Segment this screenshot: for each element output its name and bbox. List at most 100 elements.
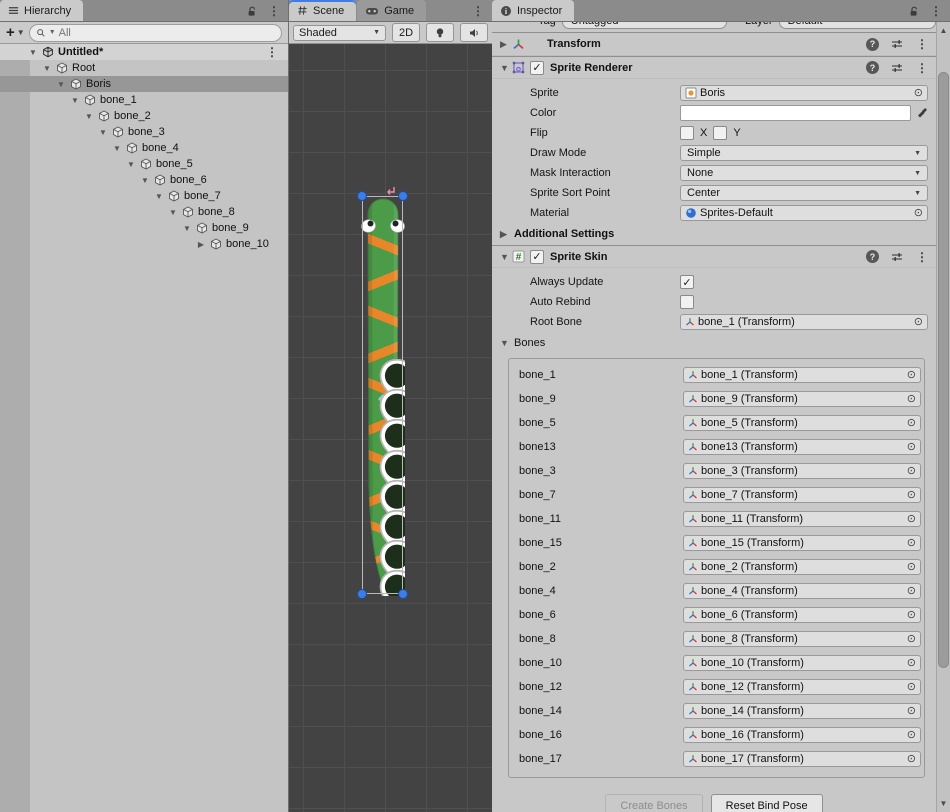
object-picker-icon[interactable]: ⊙ xyxy=(907,634,916,645)
hierarchy-row[interactable]: ▼ Boris ⋮ xyxy=(0,76,288,92)
bone-object-field[interactable]: bone_11 (Transform) ⊙ xyxy=(683,511,921,527)
tag-dropdown[interactable]: Untagged xyxy=(562,22,727,29)
create-bones-button[interactable]: Create Bones xyxy=(605,794,702,812)
bone-object-field[interactable]: bone_16 (Transform) ⊙ xyxy=(683,727,921,743)
bone-object-field[interactable]: bone_3 (Transform) ⊙ xyxy=(683,463,921,479)
bone-object-field[interactable]: bone_5 (Transform) ⊙ xyxy=(683,415,921,431)
object-picker-icon[interactable]: ⊙ xyxy=(907,754,916,765)
hierarchy-row[interactable]: ▼ bone_5 ⋮ xyxy=(0,156,288,172)
foldout-arrow[interactable]: ▶ xyxy=(500,39,512,50)
hierarchy-menu-icon[interactable]: ⋮ xyxy=(268,5,280,17)
bone-object-field[interactable]: bone_8 (Transform) ⊙ xyxy=(683,631,921,647)
help-icon[interactable]: ? xyxy=(866,250,879,263)
hierarchy-row[interactable]: ▼ bone_3 ⋮ xyxy=(0,124,288,140)
bone-object-field[interactable]: bone_10 (Transform) ⊙ xyxy=(683,655,921,671)
scrollbar-thumb[interactable] xyxy=(938,72,949,668)
scene-menu-icon[interactable]: ⋮ xyxy=(472,5,484,17)
layer-dropdown[interactable]: Default xyxy=(779,22,936,29)
hierarchy-row[interactable]: ▼ bone_9 ⋮ xyxy=(0,220,288,236)
inspector-scrollbar[interactable]: ▲ ▼ xyxy=(936,22,950,812)
component-menu-icon[interactable]: ⋮ xyxy=(916,38,928,50)
scroll-up-icon[interactable]: ▲ xyxy=(937,26,950,35)
lock-icon[interactable] xyxy=(908,5,920,17)
root-bone-object-field[interactable]: bone_1 (Transform) ⊙ xyxy=(680,314,928,330)
foldout-arrow[interactable]: ▼ xyxy=(42,64,52,73)
object-picker-icon[interactable]: ⊙ xyxy=(907,730,916,741)
lighting-toggle-button[interactable] xyxy=(426,23,454,42)
bone-object-field[interactable]: bone_1 (Transform) ⊙ xyxy=(683,367,921,383)
selection-handle-top-left[interactable] xyxy=(357,191,367,201)
eyedropper-icon[interactable] xyxy=(916,107,928,119)
foldout-arrow[interactable]: ▼ xyxy=(28,48,38,57)
audio-toggle-button[interactable] xyxy=(460,23,488,42)
draw-mode-dropdown[interactable]: Simple▼ xyxy=(680,145,928,161)
foldout-arrow[interactable]: ▼ xyxy=(500,252,512,262)
object-picker-icon[interactable]: ⊙ xyxy=(914,317,923,328)
object-picker-icon[interactable]: ⊙ xyxy=(907,538,916,549)
object-picker-icon[interactable]: ⊙ xyxy=(907,706,916,717)
component-enabled-checkbox[interactable] xyxy=(530,61,544,75)
transform-component-header[interactable]: ▶ Transform ? ⋮ xyxy=(492,33,936,56)
bone-object-field[interactable]: bone_4 (Transform) ⊙ xyxy=(683,583,921,599)
material-object-field[interactable]: Sprites-Default ⊙ xyxy=(680,205,928,221)
foldout-arrow[interactable]: ▼ xyxy=(154,192,164,201)
object-picker-icon[interactable]: ⊙ xyxy=(907,562,916,573)
shading-mode-dropdown[interactable]: Shaded ▼ xyxy=(293,25,386,41)
hierarchy-row[interactable]: ▼ bone_1 ⋮ xyxy=(0,92,288,108)
hierarchy-row-menu-icon[interactable]: ⋮ xyxy=(266,46,278,58)
hierarchy-row[interactable]: ▼ bone_4 ⋮ xyxy=(0,140,288,156)
lock-icon[interactable] xyxy=(246,5,258,17)
scroll-down-icon[interactable]: ▼ xyxy=(937,799,950,808)
sprite-sort-point-dropdown[interactable]: Center▼ xyxy=(680,185,928,201)
toggle-2d-button[interactable]: 2D xyxy=(392,23,420,42)
object-picker-icon[interactable]: ⊙ xyxy=(907,514,916,525)
object-picker-icon[interactable]: ⊙ xyxy=(907,610,916,621)
tab-scene[interactable]: Scene xyxy=(289,0,356,21)
object-picker-icon[interactable]: ⊙ xyxy=(914,208,923,219)
hierarchy-search-input[interactable]: ▼ All xyxy=(29,24,282,42)
object-picker-icon[interactable]: ⊙ xyxy=(907,370,916,381)
component-menu-icon[interactable]: ⋮ xyxy=(916,62,928,74)
sprite-skin-component-header[interactable]: ▼ Sprite Skin ? ⋮ xyxy=(492,245,936,268)
scene-viewport[interactable] xyxy=(289,44,492,812)
tab-hierarchy[interactable]: Hierarchy xyxy=(0,0,83,21)
create-object-button[interactable]: +▼ xyxy=(6,24,25,41)
tab-inspector[interactable]: Inspector xyxy=(492,0,574,21)
help-icon[interactable]: ? xyxy=(866,38,879,51)
object-picker-icon[interactable]: ⊙ xyxy=(907,394,916,405)
hierarchy-row[interactable]: ▼ Untitled* ⋮ xyxy=(0,44,288,60)
object-picker-icon[interactable]: ⊙ xyxy=(914,88,923,99)
inspector-menu-icon[interactable]: ⋮ xyxy=(930,5,942,17)
foldout-arrow[interactable]: ▼ xyxy=(84,112,94,121)
sprite-object-field[interactable]: Boris ⊙ xyxy=(680,85,928,101)
bone-object-field[interactable]: bone_7 (Transform) ⊙ xyxy=(683,487,921,503)
bone-object-field[interactable]: bone_6 (Transform) ⊙ xyxy=(683,607,921,623)
presets-icon[interactable] xyxy=(891,62,904,74)
foldout-arrow[interactable]: ▼ xyxy=(168,208,178,217)
hierarchy-row[interactable]: ▼ bone_7 ⋮ xyxy=(0,188,288,204)
bone-object-field[interactable]: bone_2 (Transform) ⊙ xyxy=(683,559,921,575)
selection-handle-bottom-right[interactable] xyxy=(398,589,408,599)
foldout-arrow[interactable]: ▼ xyxy=(70,96,80,105)
hierarchy-row[interactable]: ▶ bone_10 ⋮ xyxy=(0,236,288,252)
foldout-arrow[interactable]: ▼ xyxy=(500,63,512,73)
bones-foldout[interactable]: ▼ Bones xyxy=(492,332,936,354)
sprite-renderer-component-header[interactable]: ▼ Sprite Renderer ? ⋮ xyxy=(492,56,936,79)
object-picker-icon[interactable]: ⊙ xyxy=(907,490,916,501)
object-picker-icon[interactable]: ⊙ xyxy=(907,658,916,669)
hierarchy-row[interactable]: ▼ bone_2 ⋮ xyxy=(0,108,288,124)
object-picker-icon[interactable]: ⊙ xyxy=(907,682,916,693)
color-swatch[interactable] xyxy=(680,105,911,121)
flip-y-checkbox[interactable] xyxy=(713,126,727,140)
foldout-arrow[interactable]: ▼ xyxy=(126,160,136,169)
foldout-arrow[interactable]: ▶ xyxy=(196,240,206,249)
hierarchy-row[interactable]: ▼ bone_6 ⋮ xyxy=(0,172,288,188)
presets-icon[interactable] xyxy=(891,38,904,50)
foldout-arrow[interactable]: ▼ xyxy=(140,176,150,185)
auto-rebind-checkbox[interactable] xyxy=(680,295,694,309)
object-picker-icon[interactable]: ⊙ xyxy=(907,418,916,429)
foldout-arrow[interactable]: ▼ xyxy=(112,144,122,153)
help-icon[interactable]: ? xyxy=(866,61,879,74)
selection-handle-top-right[interactable] xyxy=(398,191,408,201)
object-picker-icon[interactable]: ⊙ xyxy=(907,586,916,597)
